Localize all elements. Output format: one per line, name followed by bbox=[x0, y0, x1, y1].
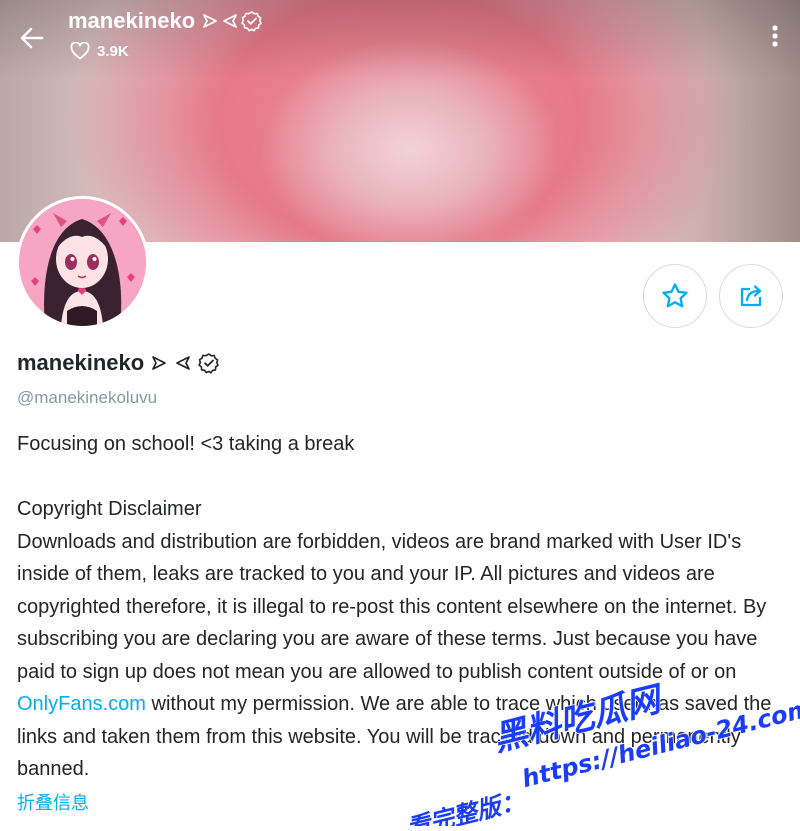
disclaimer-title: Copyright Disclaimer bbox=[17, 498, 202, 520]
profile-handle: @manekinekoluvu bbox=[17, 388, 158, 407]
likes-count: 3.9K bbox=[97, 42, 129, 60]
avatar-image bbox=[19, 199, 146, 326]
header-likes: 3.9K bbox=[70, 42, 129, 60]
disclaimer-text: Downloads and distribution are forbidden… bbox=[17, 526, 787, 786]
heart-icon bbox=[70, 42, 90, 60]
play-badge-icon bbox=[203, 14, 218, 28]
play-badge-icon bbox=[152, 356, 167, 370]
speaker-badge-icon bbox=[223, 14, 238, 28]
profile-bio: Focusing on school! <3 taking a break Co… bbox=[17, 428, 787, 786]
avatar[interactable] bbox=[16, 196, 149, 329]
back-button[interactable] bbox=[16, 22, 48, 54]
header-title: manekineko bbox=[68, 8, 263, 34]
more-vertical-icon bbox=[772, 25, 778, 47]
share-icon bbox=[740, 285, 762, 307]
collapse-info-link[interactable]: 折叠信息 bbox=[17, 789, 89, 815]
speaker-badge-icon bbox=[176, 356, 191, 370]
arrow-left-icon bbox=[20, 27, 44, 49]
share-button[interactable] bbox=[719, 264, 783, 328]
profile-name-row: manekineko bbox=[17, 350, 220, 376]
watermark-line3: 看完整版： bbox=[404, 786, 527, 826]
onlyfans-link[interactable]: OnlyFans.com bbox=[17, 693, 146, 715]
favorite-button[interactable] bbox=[643, 264, 707, 328]
header-username: manekineko bbox=[68, 8, 196, 33]
verified-icon bbox=[241, 11, 262, 32]
profile-cover bbox=[0, 0, 800, 242]
disclaimer-text-start: Downloads and distribution are forbidden… bbox=[17, 530, 767, 683]
bio-status: Focusing on school! <3 taking a break bbox=[17, 433, 355, 455]
profile-name: manekineko bbox=[17, 350, 145, 375]
more-options-button[interactable] bbox=[764, 22, 786, 50]
star-icon bbox=[662, 283, 688, 308]
verified-icon bbox=[198, 353, 219, 374]
bio-spacer bbox=[17, 461, 787, 494]
